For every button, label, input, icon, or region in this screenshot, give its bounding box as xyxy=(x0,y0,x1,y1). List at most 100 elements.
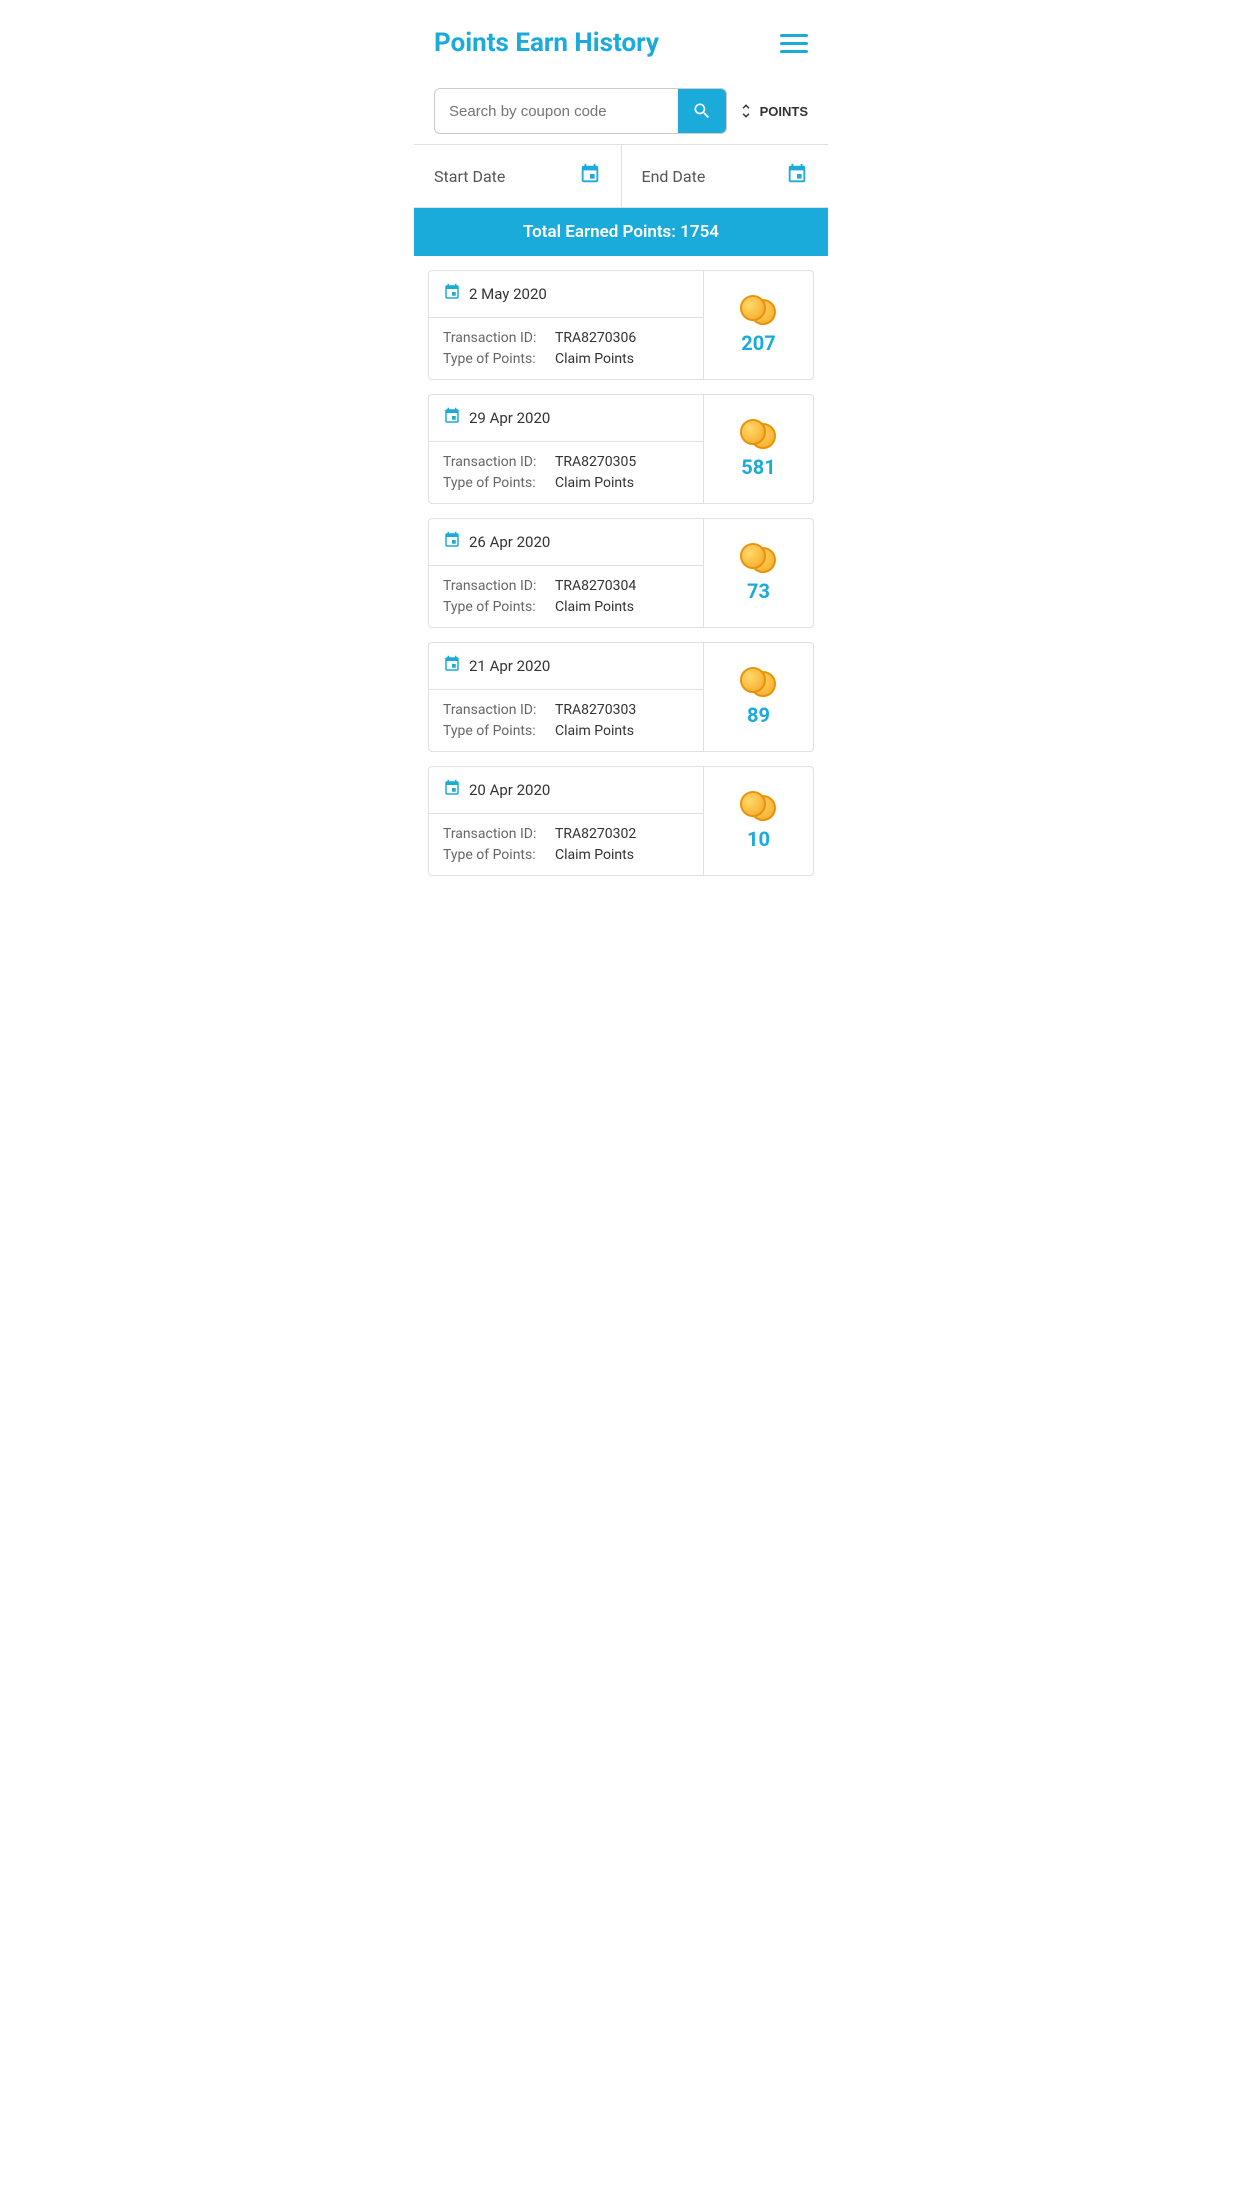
type-value: Claim Points xyxy=(555,475,634,491)
search-bar: POINTS xyxy=(414,78,828,144)
type-value: Claim Points xyxy=(555,599,634,615)
type-value: Claim Points xyxy=(555,847,634,863)
transaction-date: 21 Apr 2020 xyxy=(469,657,550,675)
coin-front xyxy=(740,667,766,693)
sort-button[interactable]: POINTS xyxy=(737,102,808,120)
transaction-calendar-icon xyxy=(443,407,461,429)
search-input-wrapper xyxy=(434,88,727,134)
transaction-right: 89 xyxy=(703,643,813,751)
transaction-date-row: 29 Apr 2020 xyxy=(429,395,703,442)
transaction-calendar-icon xyxy=(443,655,461,677)
type-row: Type of Points: Claim Points xyxy=(443,351,689,367)
total-earned-points: Total Earned Points: 1754 xyxy=(523,222,719,242)
transaction-id-row: Transaction ID: TRA8270302 xyxy=(443,826,689,842)
transaction-date-row: 21 Apr 2020 xyxy=(429,643,703,690)
type-label: Type of Points: xyxy=(443,599,543,615)
date-filter: Start Date End Date xyxy=(414,145,828,208)
type-value: Claim Points xyxy=(555,351,634,367)
total-bar: Total Earned Points: 1754 xyxy=(414,208,828,256)
search-icon xyxy=(692,101,712,121)
points-value: 89 xyxy=(747,703,770,727)
transaction-right: 581 xyxy=(703,395,813,503)
transaction-id-row: Transaction ID: TRA8270303 xyxy=(443,702,689,718)
coins-icon xyxy=(740,667,778,697)
coins-icon xyxy=(740,295,778,325)
transaction-id-value: TRA8270304 xyxy=(555,578,636,594)
type-row: Type of Points: Claim Points xyxy=(443,475,689,491)
transaction-details: Transaction ID: TRA8270305 Type of Point… xyxy=(429,442,703,503)
end-date-calendar-icon xyxy=(786,163,808,189)
coin-front xyxy=(740,543,766,569)
sort-icon xyxy=(737,102,755,120)
page-title: Points Earn History xyxy=(434,28,659,58)
transaction-right: 73 xyxy=(703,519,813,627)
coins-icon xyxy=(740,543,778,573)
transaction-details: Transaction ID: TRA8270303 Type of Point… xyxy=(429,690,703,751)
transaction-left: 21 Apr 2020 Transaction ID: TRA8270303 T… xyxy=(429,643,703,751)
transaction-calendar-icon xyxy=(443,283,461,305)
transaction-date: 26 Apr 2020 xyxy=(469,533,550,551)
transaction-id-label: Transaction ID: xyxy=(443,330,543,346)
transaction-card: 2 May 2020 Transaction ID: TRA8270306 Ty… xyxy=(428,270,814,380)
transaction-left: 2 May 2020 Transaction ID: TRA8270306 Ty… xyxy=(429,271,703,379)
transaction-id-label: Transaction ID: xyxy=(443,702,543,718)
transaction-id-label: Transaction ID: xyxy=(443,826,543,842)
coin-front xyxy=(740,791,766,817)
transaction-date: 29 Apr 2020 xyxy=(469,409,550,427)
transaction-date-row: 20 Apr 2020 xyxy=(429,767,703,814)
transaction-id-label: Transaction ID: xyxy=(443,454,543,470)
end-date-label: End Date xyxy=(642,167,706,186)
transaction-id-row: Transaction ID: TRA8270304 xyxy=(443,578,689,594)
type-row: Type of Points: Claim Points xyxy=(443,847,689,863)
transaction-details: Transaction ID: TRA8270304 Type of Point… xyxy=(429,566,703,627)
transaction-card: 29 Apr 2020 Transaction ID: TRA8270305 T… xyxy=(428,394,814,504)
points-value: 581 xyxy=(741,455,775,479)
start-date-calendar-icon xyxy=(579,163,601,189)
transaction-id-row: Transaction ID: TRA8270305 xyxy=(443,454,689,470)
sort-label: POINTS xyxy=(760,104,808,119)
coins-icon xyxy=(740,419,778,449)
transactions-list: 2 May 2020 Transaction ID: TRA8270306 Ty… xyxy=(414,270,828,876)
transaction-id-value: TRA8270303 xyxy=(555,702,636,718)
transaction-calendar-icon xyxy=(443,531,461,553)
start-date-label: Start Date xyxy=(434,167,505,186)
transaction-id-value: TRA8270306 xyxy=(555,330,636,346)
transaction-date-row: 26 Apr 2020 xyxy=(429,519,703,566)
transaction-details: Transaction ID: TRA8270306 Type of Point… xyxy=(429,318,703,379)
search-input[interactable] xyxy=(435,91,678,132)
coin-front xyxy=(740,419,766,445)
type-label: Type of Points: xyxy=(443,847,543,863)
transaction-left: 20 Apr 2020 Transaction ID: TRA8270302 T… xyxy=(429,767,703,875)
transaction-date-row: 2 May 2020 xyxy=(429,271,703,318)
points-value: 73 xyxy=(747,579,770,603)
transaction-date: 2 May 2020 xyxy=(469,285,547,303)
transaction-id-value: TRA8270305 xyxy=(555,454,636,470)
menu-icon[interactable] xyxy=(780,34,808,53)
coins-icon xyxy=(740,791,778,821)
type-label: Type of Points: xyxy=(443,723,543,739)
transaction-details: Transaction ID: TRA8270302 Type of Point… xyxy=(429,814,703,875)
transaction-right: 207 xyxy=(703,271,813,379)
type-row: Type of Points: Claim Points xyxy=(443,723,689,739)
transaction-id-value: TRA8270302 xyxy=(555,826,636,842)
transaction-card: 26 Apr 2020 Transaction ID: TRA8270304 T… xyxy=(428,518,814,628)
transaction-id-row: Transaction ID: TRA8270306 xyxy=(443,330,689,346)
type-label: Type of Points: xyxy=(443,475,543,491)
coin-front xyxy=(740,295,766,321)
transaction-card: 21 Apr 2020 Transaction ID: TRA8270303 T… xyxy=(428,642,814,752)
transaction-calendar-icon xyxy=(443,779,461,801)
transaction-left: 26 Apr 2020 Transaction ID: TRA8270304 T… xyxy=(429,519,703,627)
type-label: Type of Points: xyxy=(443,351,543,367)
points-value: 207 xyxy=(741,331,775,355)
transaction-right: 10 xyxy=(703,767,813,875)
transaction-date: 20 Apr 2020 xyxy=(469,781,550,799)
type-value: Claim Points xyxy=(555,723,634,739)
transaction-left: 29 Apr 2020 Transaction ID: TRA8270305 T… xyxy=(429,395,703,503)
end-date-col[interactable]: End Date xyxy=(622,145,829,207)
search-button[interactable] xyxy=(678,89,726,133)
header: Points Earn History xyxy=(414,0,828,78)
start-date-col[interactable]: Start Date xyxy=(414,145,622,207)
transaction-card: 20 Apr 2020 Transaction ID: TRA8270302 T… xyxy=(428,766,814,876)
transaction-id-label: Transaction ID: xyxy=(443,578,543,594)
type-row: Type of Points: Claim Points xyxy=(443,599,689,615)
